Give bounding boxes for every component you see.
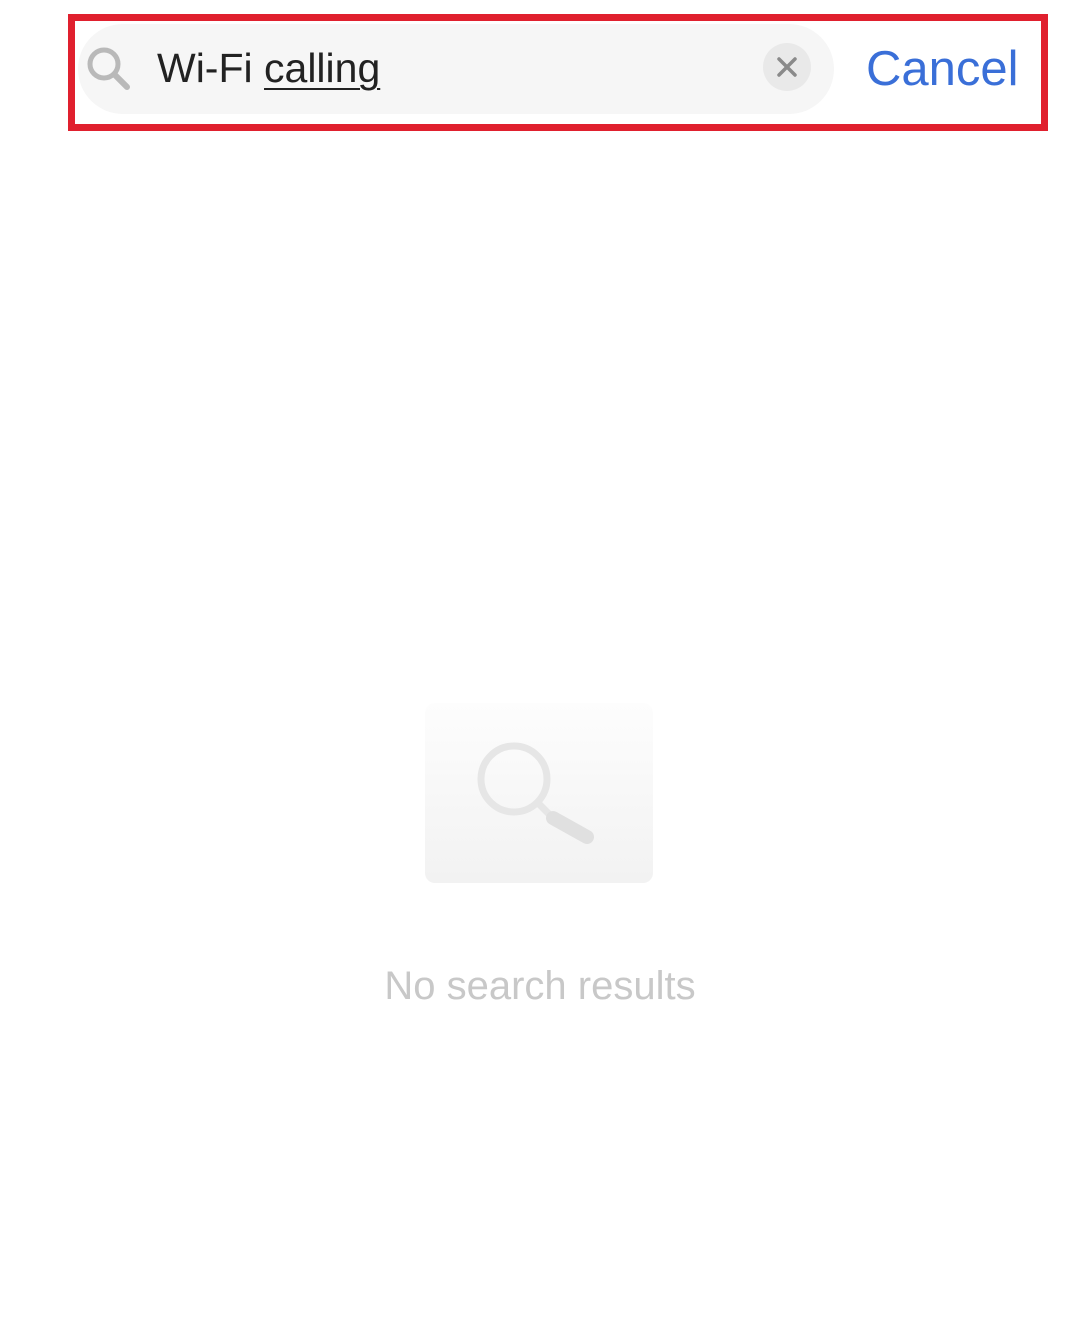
empty-state-illustration	[425, 703, 653, 883]
search-query-text: Wi-Fi	[157, 45, 265, 91]
search-query-composing-word: calling	[264, 45, 381, 91]
clear-search-button[interactable]	[763, 43, 811, 91]
empty-state-message: No search results	[384, 964, 696, 1008]
close-icon	[776, 56, 798, 78]
cancel-button[interactable]: Cancel	[866, 38, 1019, 100]
search-input[interactable]: Wi-Fi calling	[157, 40, 380, 96]
search-icon	[84, 44, 132, 92]
